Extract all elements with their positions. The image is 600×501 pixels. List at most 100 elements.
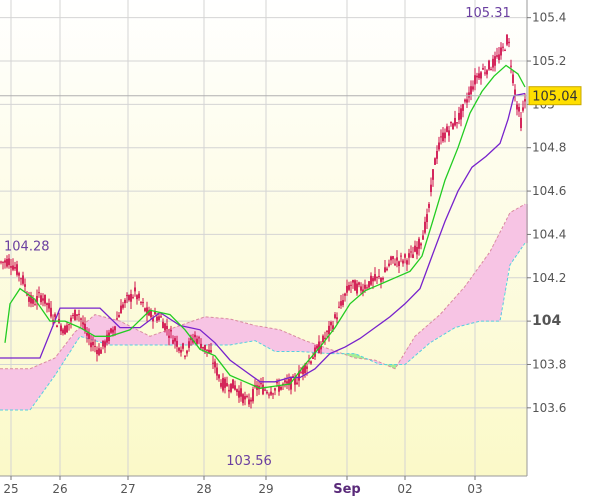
cloud-segment	[452, 299, 454, 329]
candle-body	[264, 389, 266, 391]
cloud-segment	[246, 323, 248, 343]
cloud-segment	[156, 333, 158, 345]
cloud-segment	[478, 267, 480, 322]
cloud-segment	[462, 288, 464, 326]
cloud-segment	[218, 318, 220, 345]
candle-body	[500, 47, 502, 56]
cloud-segment	[242, 322, 244, 343]
cloud-segment	[480, 264, 482, 322]
cloud-segment	[232, 319, 234, 345]
candle-body	[360, 286, 362, 291]
cloud-segment	[22, 368, 24, 410]
candle-body	[506, 34, 508, 45]
cloud-segment	[6, 368, 8, 410]
y-tick-label: 104	[532, 313, 561, 329]
cloud-segment	[220, 318, 222, 345]
y-tick-label: 105.4	[532, 11, 566, 25]
candle-body	[140, 302, 142, 304]
candle-body	[436, 150, 438, 159]
candle-body	[126, 295, 128, 297]
candle-body	[428, 203, 430, 208]
candle-body	[406, 260, 408, 265]
candle-body	[8, 258, 10, 266]
high-price-annotation: 105.31	[465, 6, 511, 21]
candle-body	[516, 104, 518, 110]
candle-body	[114, 326, 116, 331]
candle-body	[420, 243, 422, 246]
candle-body	[76, 314, 78, 316]
cloud-segment	[206, 316, 208, 345]
cloud-segment	[312, 343, 314, 353]
candle-body	[176, 340, 178, 347]
candle-body	[86, 333, 88, 336]
candle-body	[42, 298, 44, 301]
candle-body	[388, 263, 390, 266]
candle-body	[442, 132, 444, 142]
cloud-segment	[468, 280, 470, 324]
candle-body	[472, 86, 474, 90]
candle-body	[426, 214, 428, 223]
cloud-segment	[416, 334, 418, 355]
candle-body	[414, 245, 416, 252]
cloud-segment	[250, 324, 252, 342]
candle-body	[184, 356, 186, 358]
cloud-segment	[36, 365, 38, 401]
cloud-segment	[52, 358, 54, 379]
candle-body	[458, 112, 460, 120]
cloud-segment	[148, 335, 150, 345]
cloud-segment	[0, 368, 2, 410]
candle-body	[396, 257, 398, 261]
cloud-segment	[310, 342, 312, 353]
candle-body	[284, 380, 286, 383]
candle-body	[524, 99, 526, 102]
cloud-segment	[234, 320, 236, 345]
cloud-segment	[208, 317, 210, 345]
candle-body	[174, 338, 176, 342]
candle-body	[470, 86, 472, 95]
candle-body	[74, 309, 76, 321]
cloud-segment	[60, 350, 62, 366]
candle-body	[392, 256, 394, 260]
cloud-segment	[136, 329, 138, 345]
cloud-segment	[326, 348, 328, 354]
candle-body	[466, 99, 468, 103]
cloud-segment	[40, 364, 42, 395]
cloud-segment	[264, 327, 266, 347]
candle-body	[460, 108, 462, 120]
candle-body	[484, 72, 486, 74]
cloud-segment	[142, 332, 144, 345]
cloud-segment	[284, 331, 286, 352]
candle-body	[482, 68, 484, 70]
candle-body	[342, 300, 344, 306]
cloud-segment	[224, 318, 226, 345]
candle-body	[368, 281, 370, 288]
candle-body	[186, 350, 188, 354]
candle-body	[300, 372, 302, 374]
candle-body	[432, 169, 434, 180]
cloud-segment	[102, 316, 104, 343]
cloud-segment	[100, 316, 102, 343]
cloud-segment	[178, 325, 180, 345]
cloud-segment	[162, 331, 164, 345]
cloud-segment	[470, 278, 472, 324]
cloud-segment	[280, 330, 282, 352]
candle-body	[46, 303, 48, 306]
cloud-segment	[494, 242, 496, 322]
y-tick-label: 104.8	[532, 141, 566, 155]
candle-body	[216, 367, 218, 376]
candle-body	[120, 305, 122, 314]
candle-body	[322, 335, 324, 343]
candle-body	[252, 388, 254, 402]
candle-body	[492, 58, 494, 68]
cloud-segment	[408, 346, 410, 362]
cloud-segment	[448, 304, 450, 332]
cloud-segment	[450, 302, 452, 331]
candle-body	[198, 337, 200, 339]
candle-body	[0, 261, 2, 263]
candle-body	[202, 346, 204, 349]
candle-body	[410, 251, 412, 253]
candle-body	[172, 339, 174, 344]
cloud-segment	[406, 349, 408, 363]
candle-body	[132, 296, 134, 298]
candle-body	[200, 343, 202, 349]
